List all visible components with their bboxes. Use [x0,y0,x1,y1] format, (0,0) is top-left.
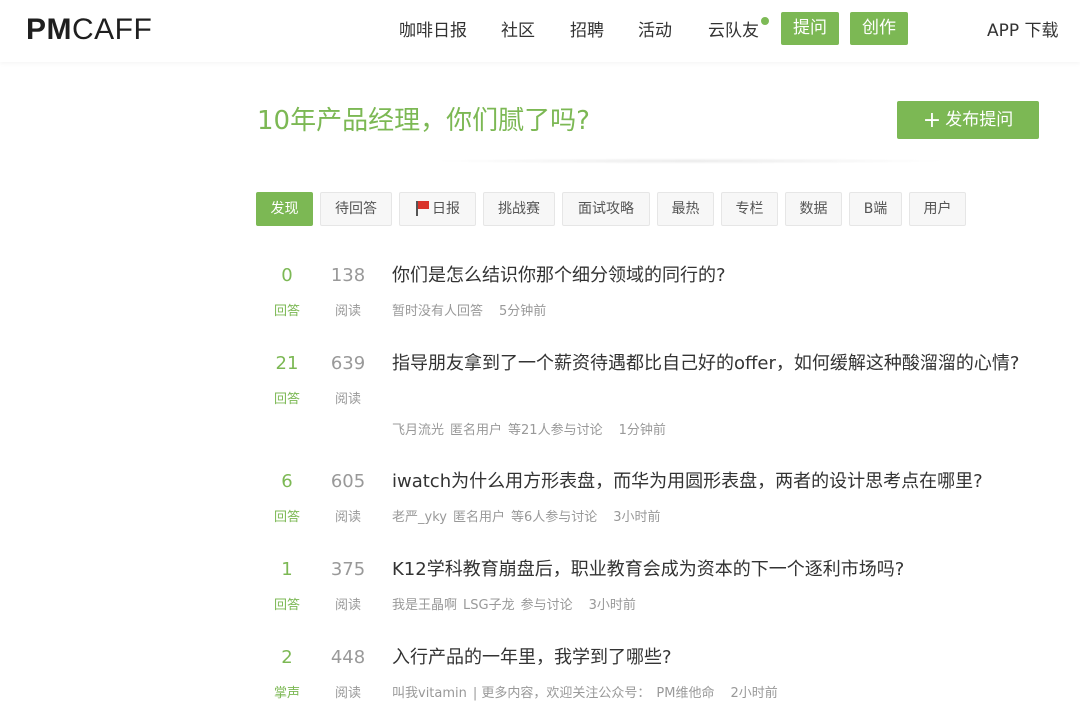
divider-shadow [430,158,950,164]
meta-participants: 等6人参与讨论 [510,510,598,525]
nav-item-daily[interactable]: 咖啡日报 [399,16,467,41]
answer-count: 6 [281,471,293,492]
logo-light-part: CAFF [72,13,153,46]
question-meta: 暂时没有人回答 5分钟前 [392,300,552,319]
question-title[interactable]: 指导朋友拿到了一个薪资待遇都比自己好的offer，如何缓解这种酸溜溜的心情? [392,349,1032,379]
top-navigation-bar: PMCAFF 咖啡日报 社区 招聘 活动 云队友 提问 创作 APP 下载 [0,0,1080,62]
tab-column[interactable]: 专栏 [721,192,778,226]
applause-count-label: 掌声 [273,686,300,701]
view-count: 138 [330,265,366,286]
meta-time: 1分钟前 [618,423,666,438]
question-meta: 我是王晶啊 LSG子龙 参与讨论 3小时前 [392,594,642,613]
meta-text: | 更多内容，欢迎关注公众号： [472,686,651,701]
meta-account: PM维他命 [656,686,715,701]
applause-count: 2 [281,647,293,668]
nav-item-community[interactable]: 社区 [501,16,535,41]
question-meta: 叫我vitamin | 更多内容，欢迎关注公众号： PM维他命 2小时前 [392,682,784,701]
answer-count: 21 [275,353,299,374]
tab-daily[interactable]: 日报 [399,192,476,226]
view-count: 448 [330,647,366,668]
view-count-label: 阅读 [334,686,361,701]
meta-author: 匿名用户 [452,510,505,525]
create-nav-button[interactable]: 创作 [850,12,908,45]
meta-author[interactable]: 叫我vitamin [392,686,467,701]
tab-unanswered[interactable]: 待回答 [320,192,392,226]
flag-icon [415,200,429,216]
meta-author[interactable]: 飞月流光 [392,423,444,438]
answer-count-label: 回答 [273,510,300,525]
logo-bold-part: PM [26,13,72,46]
view-count-label: 阅读 [334,598,361,613]
question-title[interactable]: K12学科教育崩盘后，职业教育会成为资本的下一个逐利市场吗? [392,555,1032,585]
view-count-label: 阅读 [334,510,361,525]
answer-count: 1 [281,559,293,580]
post-question-button[interactable]: + 发布提问 [897,101,1039,139]
ask-nav-button[interactable]: 提问 [781,12,839,45]
view-count: 375 [330,559,366,580]
meta-time: 3小时前 [588,598,636,613]
page-title: 10年产品经理，你们腻了吗? [257,106,590,136]
question-title[interactable]: 你们是怎么结识你那个细分领域的同行的? [392,261,1032,291]
tab-challenge[interactable]: 挑战赛 [483,192,555,226]
meta-participants: 参与讨论 [520,598,573,613]
answer-count-label: 回答 [273,598,300,613]
meta-author: 匿名用户 [450,423,503,438]
meta-author[interactable]: 老严_yky [392,510,447,525]
question-meta: 飞月流光 匿名用户 等21人参与讨论 1分钟前 [392,419,672,438]
tab-b-side[interactable]: B端 [849,192,902,226]
view-count-label: 阅读 [334,392,361,407]
answer-count: 0 [281,265,293,286]
view-count-label: 阅读 [334,304,361,319]
tab-hottest[interactable]: 最热 [657,192,714,226]
nav-item-events[interactable]: 活动 [638,16,672,41]
question-meta: 老严_yky 匿名用户 等6人参与讨论 3小时前 [392,506,667,525]
meta-text: 暂时没有人回答 [392,304,484,319]
meta-time: 3小时前 [613,510,661,525]
answer-count-label: 回答 [273,392,300,407]
view-count: 605 [330,471,366,492]
meta-author[interactable]: 我是王晶啊 [392,598,457,613]
tab-data[interactable]: 数据 [785,192,842,226]
plus-icon: + [922,108,942,133]
answer-count-label: 回答 [273,304,300,319]
pmcaff-logo[interactable]: PMCAFF [26,13,152,47]
question-title[interactable]: 入行产品的一年里，我学到了哪些? [392,643,1032,673]
meta-participants: 等21人参与讨论 [508,423,603,438]
nav-item-teammates[interactable]: 云队友 [708,16,759,41]
tab-daily-label: 日报 [432,201,460,217]
meta-author[interactable]: LSG子龙 [463,598,515,613]
tab-users[interactable]: 用户 [909,192,966,226]
question-title[interactable]: iwatch为什么用方形表盘，而华为用圆形表盘，两者的设计思考点在哪里? [392,467,1032,497]
post-question-label: 发布提问 [945,110,1014,130]
meta-time: 2小时前 [730,686,778,701]
tab-discover[interactable]: 发现 [256,192,313,226]
view-count: 639 [330,353,366,374]
tab-interview-guide[interactable]: 面试攻略 [562,192,650,226]
nav-item-jobs[interactable]: 招聘 [570,16,604,41]
meta-time: 5分钟前 [499,304,547,319]
app-download-link[interactable]: APP 下载 [987,16,1059,41]
new-indicator-dot [761,17,769,25]
